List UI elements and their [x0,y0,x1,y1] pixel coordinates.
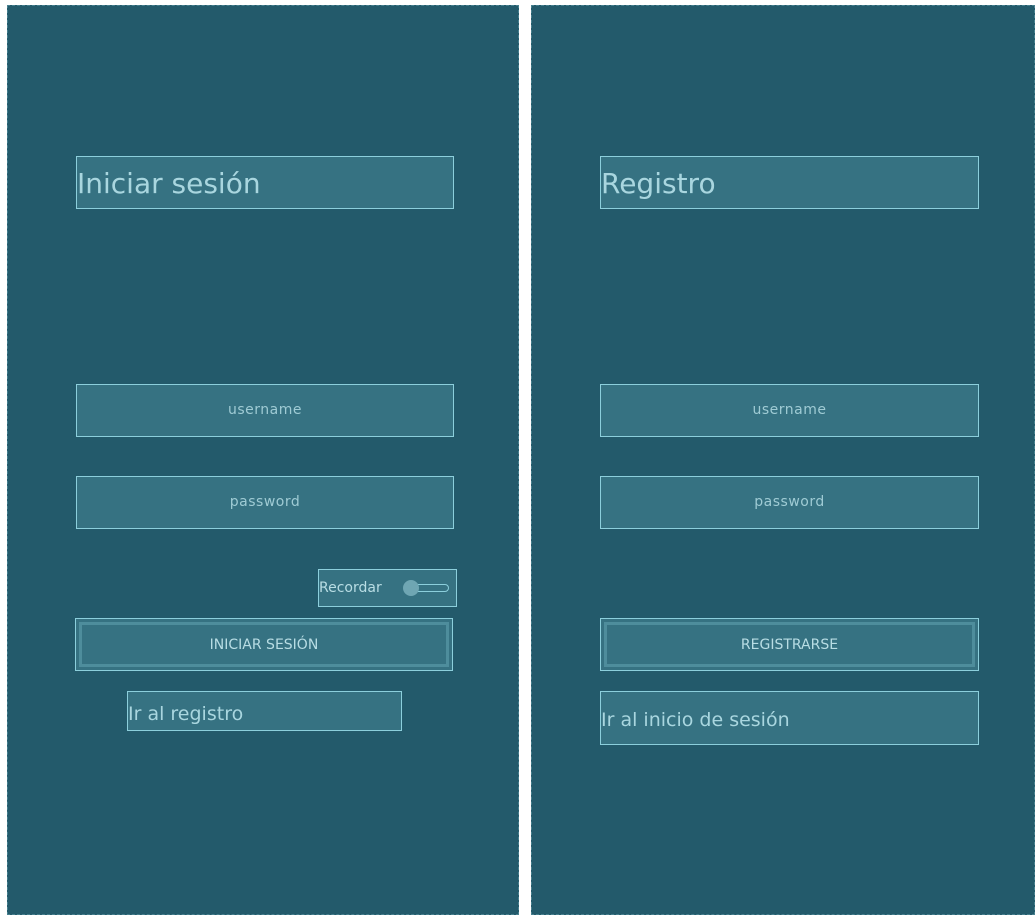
go-to-login-link[interactable]: Ir al inicio de sesión [600,691,979,745]
login-title: Iniciar sesión [76,156,454,209]
register-username-input[interactable]: username [600,384,979,437]
login-username-input[interactable]: username [76,384,454,437]
register-title: Registro [600,156,979,209]
remember-switch-knob [403,580,419,596]
go-to-register-link[interactable]: Ir al registro [127,691,402,731]
login-panel: Iniciar sesión username password Recorda… [7,5,519,915]
login-submit-label: INICIAR SESIÓN [79,622,449,667]
register-submit-label: REGISTRARSE [604,622,975,667]
login-password-input[interactable]: password [76,476,454,529]
remember-toggle-group: Recordar [318,569,457,607]
register-submit-button[interactable]: REGISTRARSE [600,618,979,671]
register-panel: Registro username password REGISTRARSE I… [531,5,1035,915]
remember-switch[interactable] [403,580,451,596]
register-password-input[interactable]: password [600,476,979,529]
login-submit-button[interactable]: INICIAR SESIÓN [75,618,453,671]
remember-label: Recordar [319,580,382,596]
